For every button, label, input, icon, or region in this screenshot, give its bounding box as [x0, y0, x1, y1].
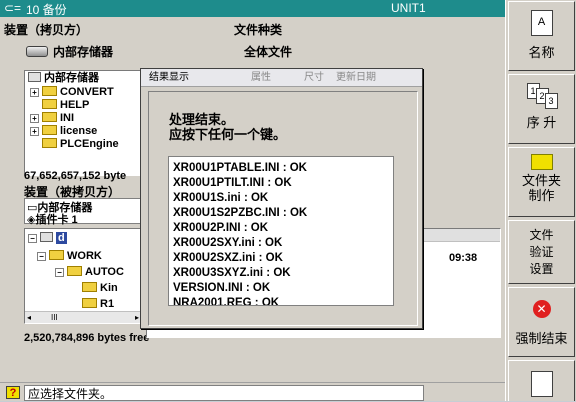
expand-icon[interactable]: + — [30, 127, 39, 136]
tree-item[interactable]: R1 — [82, 298, 114, 311]
result-line: XR00U1S.ini : OK — [173, 192, 269, 204]
cancel-icon: ✕ — [532, 300, 551, 318]
tree-item[interactable]: + license — [30, 125, 97, 138]
result-line: XR00U1PTILT.INI : OK — [173, 177, 292, 189]
folder-icon — [530, 154, 553, 170]
tree-item[interactable]: + INI — [30, 112, 74, 125]
collapse-icon[interactable]: − — [55, 268, 64, 277]
folder-icon — [42, 99, 57, 109]
sort-by-name-button[interactable]: A 名称 — [508, 1, 575, 71]
source-device-label: 装置（拷贝方） — [4, 23, 89, 37]
folder-icon — [42, 138, 57, 148]
result-line: VERSION.INI : OK — [173, 282, 271, 294]
result-line: XR00U2SXZ.ini : OK — [173, 252, 283, 264]
result-dialog[interactable]: 结果显示 属性 尺寸 更新日期 处理结束。 应按下任何一个键。 XR00U1PT… — [140, 68, 423, 329]
help-icon: ? — [6, 386, 20, 399]
folder-icon — [82, 282, 97, 292]
dialog-message: 处理结束。 应按下任何一个键。 — [169, 112, 287, 142]
bg-header-attr: 属性 — [251, 72, 271, 83]
expand-icon[interactable]: + — [30, 114, 39, 123]
folder-icon — [67, 266, 82, 276]
sort-ascending-button[interactable]: 1 2 3 序 升 — [508, 74, 575, 144]
tree-item[interactable]: PLCEngine — [42, 138, 119, 151]
scroll-thumb[interactable]: III — [51, 312, 58, 323]
file-time: 09:38 — [449, 252, 478, 264]
expand-icon[interactable]: + — [30, 88, 39, 97]
scroll-right-icon[interactable]: ▸ — [135, 312, 139, 323]
sort-ascending-icon: 1 2 3 — [526, 83, 558, 109]
result-line: XR00U1PTABLE.INI : OK — [173, 162, 307, 174]
file-verify-settings-button[interactable]: 文件 验证 设置 — [508, 220, 575, 284]
source-folder-tree[interactable]: 内部存储器 + CONVERT HELP + INI + license PLCEng… — [24, 70, 142, 176]
result-line: NRA2001.REG : OK — [173, 297, 280, 306]
tree-item[interactable]: + CONVERT — [30, 86, 114, 99]
result-line: XR00U3SXYZ.ini : OK — [173, 267, 291, 279]
drive-icon — [28, 72, 41, 82]
tree-root[interactable]: 内部存储器 — [28, 72, 99, 85]
result-list[interactable]: XR00U1PTABLE.INI : OK XR00U1PTILT.INI : … — [168, 156, 394, 306]
tree-item[interactable]: Kin — [82, 282, 118, 295]
unit-label: UNIT1 — [391, 1, 426, 15]
tree-item[interactable]: − AUTOC — [55, 266, 124, 279]
result-line: XR00U2P.INI : OK — [173, 222, 269, 234]
source-free-space: 67,652,657,152 byte — [24, 170, 127, 182]
force-end-button[interactable]: ✕ 强制结束 — [508, 287, 575, 357]
dest-card-value: ◈插件卡 1 — [27, 214, 78, 226]
status-message: 应选择文件夹。 — [24, 385, 424, 401]
scroll-left-icon[interactable]: ◂ — [27, 312, 31, 323]
tree-item[interactable]: − WORK — [37, 250, 102, 263]
bg-header-size: 尺寸 — [304, 72, 324, 83]
folder-icon — [42, 112, 57, 122]
bottom-button[interactable] — [508, 360, 575, 401]
dest-free-space: 2,520,784,896 bytes free — [24, 332, 150, 344]
document-icon — [530, 371, 553, 397]
collapse-icon[interactable]: − — [37, 252, 46, 261]
result-line: XR00U2SXY.ini : OK — [173, 237, 283, 249]
filetype-value[interactable]: 全体文件 — [244, 43, 292, 60]
folder-icon — [42, 86, 57, 96]
dialog-body: 处理结束。 应按下任何一个键。 XR00U1PTABLE.INI : OK XR… — [148, 91, 418, 326]
dest-folder-tree[interactable]: − d − WORK − AUTOC Kin R1 ◂ III ▸ — [24, 228, 142, 324]
sort-name-icon: A — [530, 10, 553, 36]
make-folder-button[interactable]: 文件夹 制作 — [508, 147, 575, 217]
dialog-title: 结果显示 — [149, 72, 189, 83]
folder-icon — [42, 125, 57, 135]
title-bar: ⊂= 10 备份 UNIT1 — [0, 0, 505, 17]
filetype-label: 文件种类 — [234, 23, 283, 37]
right-button-panel: A 名称 1 2 3 序 升 文件夹 制作 文件 验证 设置 ✕ 强制结束 — [505, 0, 576, 401]
bg-header-date: 更新日期 — [336, 72, 376, 83]
tree-item[interactable]: HELP — [42, 99, 89, 112]
app-icon: ⊂= — [4, 1, 22, 15]
tree-root[interactable]: − d — [28, 232, 67, 245]
window-title: 10 备份 — [26, 3, 67, 17]
drive-icon — [26, 46, 48, 57]
drive-icon — [40, 232, 53, 242]
dest-device-box[interactable]: ▭内部存储器 ◈插件卡 1 — [24, 198, 142, 226]
source-device-value[interactable]: 内部存储器 — [53, 43, 113, 60]
status-bar: ? 应选择文件夹。 — [0, 382, 505, 401]
folder-icon — [82, 298, 97, 308]
folder-icon — [49, 250, 64, 260]
dialog-title-bar[interactable]: 结果显示 属性 尺寸 更新日期 — [141, 69, 422, 87]
result-line: XR00U1S2PZBC.INI : OK — [173, 207, 308, 219]
horizontal-scrollbar[interactable]: ◂ III ▸ — [25, 311, 141, 323]
collapse-icon[interactable]: − — [28, 234, 37, 243]
